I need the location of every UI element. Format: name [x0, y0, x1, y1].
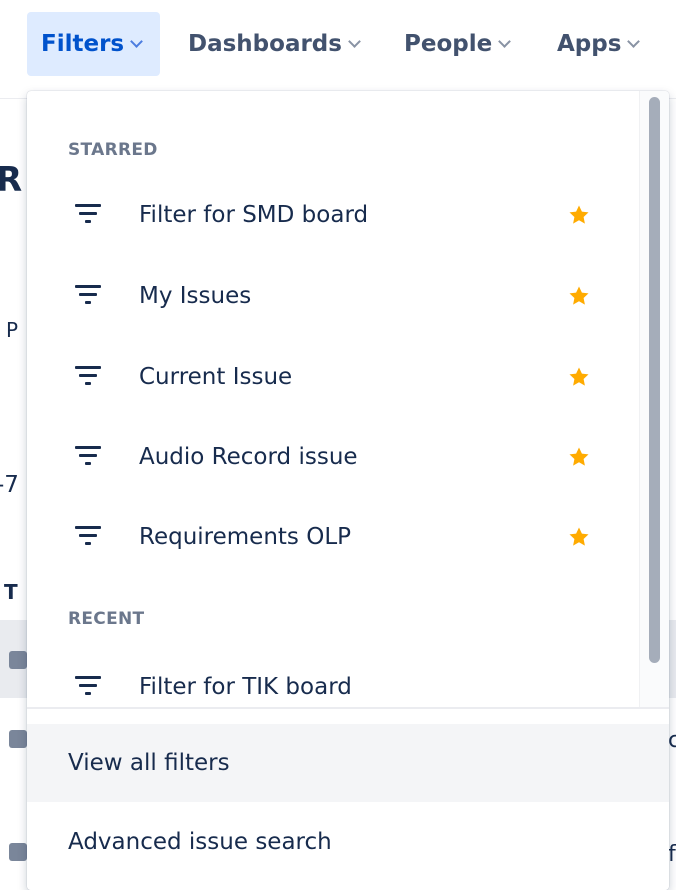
page-title-fragment: R — [0, 160, 23, 200]
view-all-filters-link[interactable]: View all filters — [27, 724, 669, 802]
nav-filters-label: Filters — [41, 31, 125, 57]
filter-item-label: Filter for TIK board — [139, 674, 352, 700]
chevron-down-icon — [348, 35, 361, 48]
star-icon[interactable] — [567, 525, 591, 549]
star-icon[interactable] — [567, 365, 591, 389]
advanced-issue-search-link[interactable]: Advanced issue search — [27, 803, 669, 881]
filter-item-label: My Issues — [139, 283, 252, 309]
bg-text-fragment: P — [6, 318, 19, 342]
recent-filter-item[interactable]: Filter for TIK board — [27, 647, 639, 707]
filter-icon — [75, 204, 101, 226]
filter-icon — [75, 366, 101, 388]
star-icon[interactable] — [567, 203, 591, 227]
bg-text-fragment: c — [668, 728, 676, 753]
bg-column-header-fragment: T — [4, 580, 18, 604]
filter-icon — [75, 285, 101, 307]
filter-icon — [75, 526, 101, 548]
star-icon[interactable] — [567, 445, 591, 469]
filter-item-label: Filter for SMD board — [139, 202, 369, 228]
starred-filter-item[interactable]: Current Issue — [27, 337, 639, 417]
top-navigation: Filters Dashboards People Apps — [0, 0, 676, 94]
nav-dashboards-menu[interactable]: Dashboards — [188, 12, 361, 76]
chevron-down-icon — [498, 35, 512, 48]
star-icon[interactable] — [567, 284, 591, 308]
scrollbar-thumb[interactable] — [649, 97, 660, 663]
starred-section-heading: STARRED — [68, 140, 158, 160]
starred-filter-item[interactable]: Filter for SMD board — [27, 175, 639, 255]
recent-section-heading: RECENT — [68, 609, 145, 629]
filters-scroll-area[interactable]: STARRED Filter for SMD board My Issues C… — [27, 91, 669, 707]
starred-filter-item[interactable]: My Issues — [27, 256, 639, 336]
filter-item-label: Current Issue — [139, 364, 293, 390]
filter-icon — [75, 446, 101, 468]
page: R P -7 T c f Filters Dashboards People A… — [0, 0, 676, 890]
filter-icon — [75, 676, 101, 698]
issue-type-icon — [9, 730, 27, 748]
chevron-down-icon — [627, 35, 641, 48]
filters-dropdown: STARRED Filter for SMD board My Issues C… — [27, 91, 669, 890]
issue-type-icon — [9, 843, 27, 861]
starred-filter-item[interactable]: Requirements OLP — [27, 497, 639, 577]
filter-item-label: Audio Record issue — [139, 444, 358, 470]
bg-text-fragment: -7 — [0, 472, 19, 498]
starred-filter-item[interactable]: Audio Record issue — [27, 417, 639, 497]
nav-apps-label: Apps — [557, 31, 622, 57]
filter-item-label: Requirements OLP — [139, 524, 351, 550]
nav-dashboards-label: Dashboards — [188, 31, 342, 57]
dropdown-footer: View all filters Advanced issue search — [27, 707, 669, 890]
nav-people-label: People — [404, 31, 493, 57]
issue-type-icon — [9, 651, 27, 669]
nav-apps-menu[interactable]: Apps — [557, 12, 641, 76]
bg-text-fragment: f — [668, 842, 676, 867]
chevron-down-icon — [130, 35, 143, 48]
nav-filters-menu[interactable]: Filters — [27, 12, 160, 76]
nav-people-menu[interactable]: People — [404, 12, 512, 76]
